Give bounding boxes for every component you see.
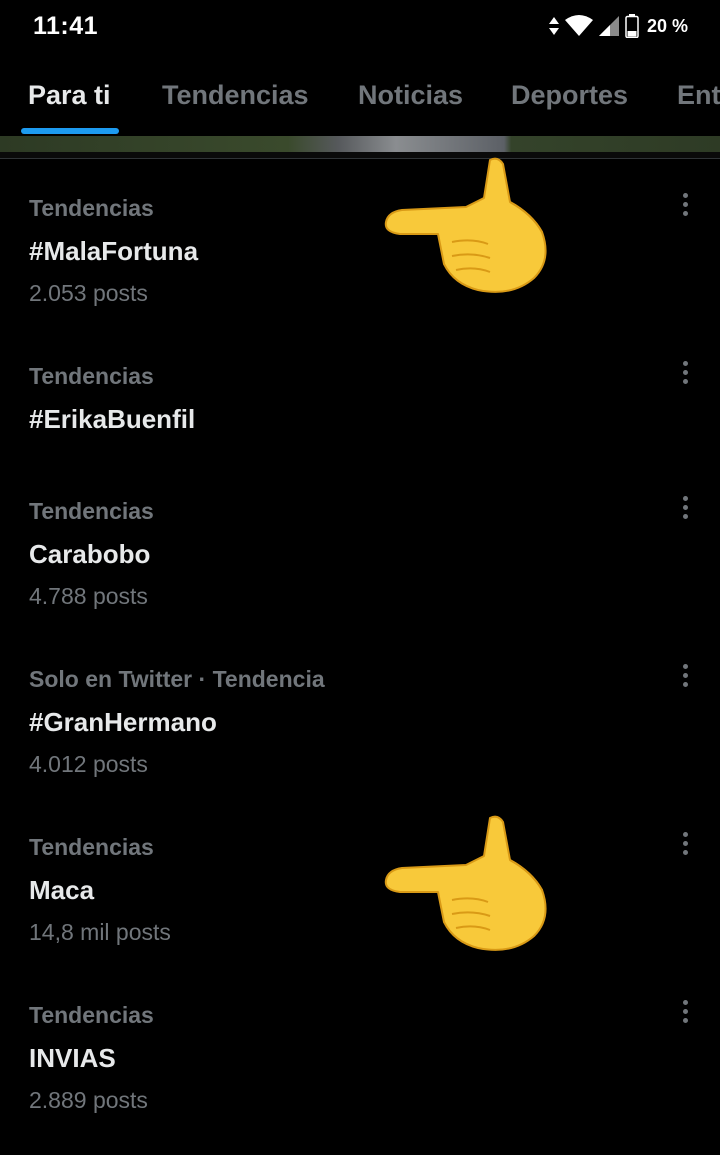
trend-item[interactable]: Tendencias Carabobo 4.788 posts xyxy=(0,495,720,618)
signal-icon xyxy=(598,16,619,36)
trend-item[interactable]: Tendencias INVIAS 2.889 posts xyxy=(0,999,720,1122)
trend-post-count: 4.012 posts xyxy=(29,751,148,777)
status-icons: 20 % xyxy=(548,13,688,39)
data-arrows-icon xyxy=(548,17,559,35)
trend-context: Solo en Twitter · Tendencia xyxy=(29,666,325,692)
trend-item[interactable]: Tendencias #ErikaBuenfil xyxy=(0,360,720,463)
status-bar: 11:41 20 % xyxy=(0,0,720,52)
trend-context: Tendencias xyxy=(29,1002,154,1028)
trend-name: INVIAS xyxy=(29,1043,116,1073)
wifi-icon xyxy=(564,15,593,36)
more-options-icon[interactable] xyxy=(674,826,696,860)
trend-name: #ErikaBuenfil xyxy=(29,404,196,434)
battery-icon xyxy=(625,14,639,38)
trend-item[interactable]: Tendencias Maca 14,8 mil posts xyxy=(0,831,720,954)
tab-deportes[interactable]: Deportes xyxy=(511,80,628,111)
tab-entretenimiento[interactable]: Ent xyxy=(677,80,720,111)
active-tab-indicator xyxy=(21,128,119,134)
more-options-icon[interactable] xyxy=(674,994,696,1028)
tab-noticias[interactable]: Noticias xyxy=(358,80,463,111)
trend-name: Maca xyxy=(29,875,95,905)
trend-post-count: 14,8 mil posts xyxy=(29,919,171,945)
trend-context: Tendencias xyxy=(29,834,154,860)
trend-post-count: 2.889 posts xyxy=(29,1087,148,1113)
status-time: 11:41 xyxy=(33,12,99,40)
more-options-icon[interactable] xyxy=(674,490,696,524)
backhand-index-pointing-left-icon xyxy=(384,157,547,293)
more-options-icon[interactable] xyxy=(674,355,696,389)
explore-tabs: Para ti Tendencias Noticias Deportes Ent xyxy=(0,60,720,136)
tab-tendencias[interactable]: Tendencias xyxy=(162,80,309,111)
trend-name: #GranHermano xyxy=(29,707,217,737)
divider xyxy=(0,158,720,159)
backhand-index-pointing-left-icon xyxy=(384,815,547,951)
trend-name: Carabobo xyxy=(29,539,151,569)
trend-post-count: 2.053 posts xyxy=(29,280,148,306)
trend-context: Tendencias xyxy=(29,195,154,221)
more-options-icon[interactable] xyxy=(674,187,696,221)
trend-name: #MalaFortuna xyxy=(29,236,199,266)
trend-post-count: 4.788 posts xyxy=(29,583,148,609)
more-options-icon[interactable] xyxy=(674,658,696,692)
trend-context: Tendencias xyxy=(29,363,154,389)
tab-para-ti[interactable]: Para ti xyxy=(28,80,111,111)
trend-item[interactable]: Solo en Twitter · Tendencia #GranHermano… xyxy=(0,663,720,786)
trend-item[interactable]: Tendencias #MalaFortuna 2.053 posts xyxy=(0,192,720,315)
trend-context: Tendencias xyxy=(29,498,154,524)
battery-percentage: 20 % xyxy=(646,15,688,36)
hero-image-edge xyxy=(0,136,720,158)
